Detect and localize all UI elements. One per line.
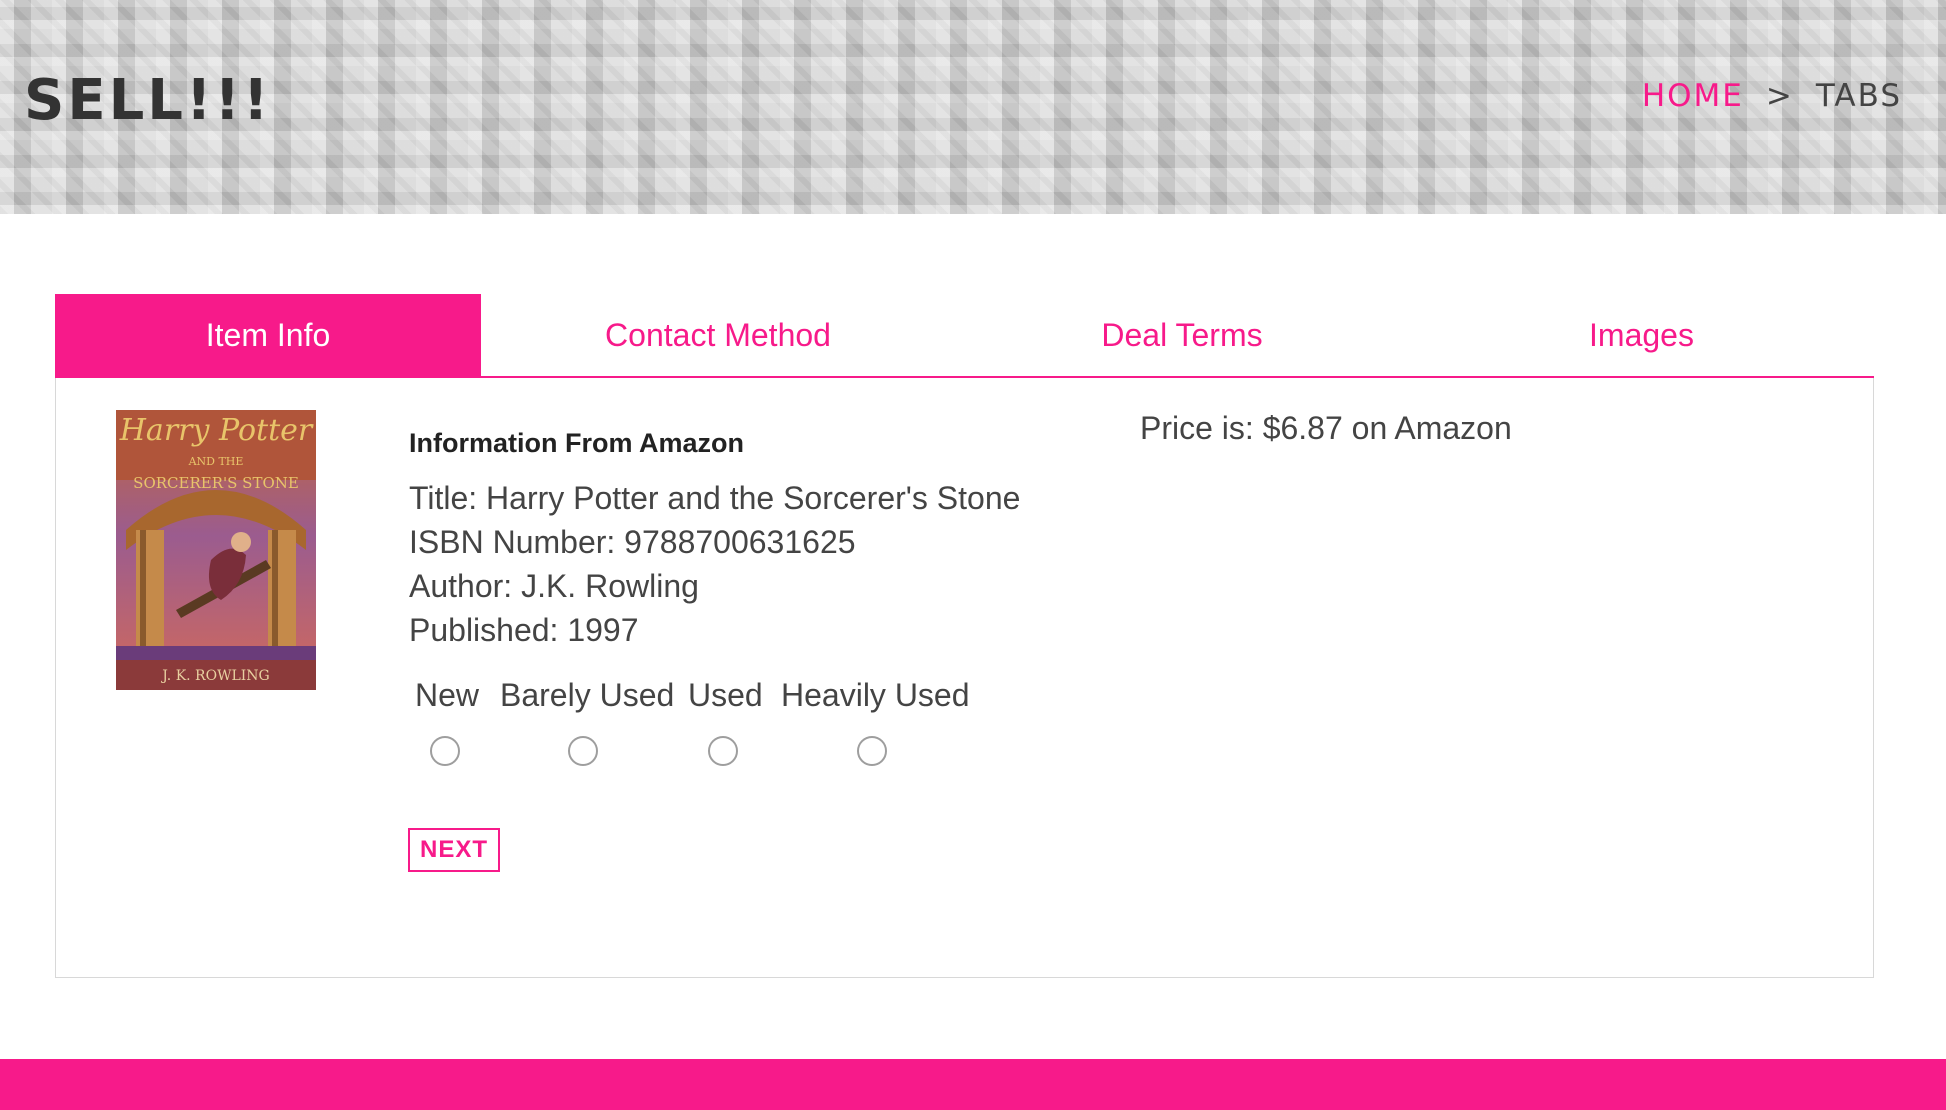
breadcrumb-current: TABS [1815,78,1902,114]
condition-radio-heavily-used[interactable] [857,736,887,766]
footer-bar [0,1059,1946,1110]
book-published: Published: 1997 [409,612,639,648]
site-logo[interactable]: SELL!!! [24,68,272,133]
condition-radio-new[interactable] [430,736,460,766]
cover-subtitle2-art: SORCERER'S STONE [133,474,299,492]
condition-radio-used[interactable] [708,736,738,766]
condition-label-used: Used [688,677,763,713]
book-isbn: ISBN Number: 9788700631625 [409,524,856,560]
header-banner: SELL!!! HOME > TABS [0,0,1946,214]
info-heading: Information From Amazon [409,428,744,458]
book-cover-image: Harry Potter AND THE SORCERER'S STONE J.… [116,410,316,690]
tab-contact-method[interactable]: Contact Method [481,294,955,376]
tab-bar: Item Info Contact Method Deal Terms Imag… [55,294,1874,378]
breadcrumb: HOME > TABS [1642,78,1902,114]
next-button[interactable]: NEXT [408,828,500,872]
condition-label-new: New [415,677,480,713]
tab-images[interactable]: Images [1409,294,1874,376]
book-title: Title: Harry Potter and the Sorcerer's S… [409,480,1021,516]
cover-author-art: J. K. ROWLING [160,668,269,684]
breadcrumb-home-link[interactable]: HOME [1642,78,1744,114]
book-author: Author: J.K. Rowling [409,568,699,604]
tab-deal-terms[interactable]: Deal Terms [955,294,1409,376]
cover-subtitle-art: AND THE [188,455,244,468]
condition-label-heavily-used: Heavily Used [781,677,970,713]
condition-label-barely-used: Barely Used [500,677,675,713]
condition-radio-barely-used[interactable] [568,736,598,766]
amazon-price: Price is: $6.87 on Amazon [1140,410,1512,446]
breadcrumb-separator: > [1765,78,1794,114]
tab-item-info[interactable]: Item Info [55,294,481,376]
cover-title-art: Harry Potter [119,413,314,448]
